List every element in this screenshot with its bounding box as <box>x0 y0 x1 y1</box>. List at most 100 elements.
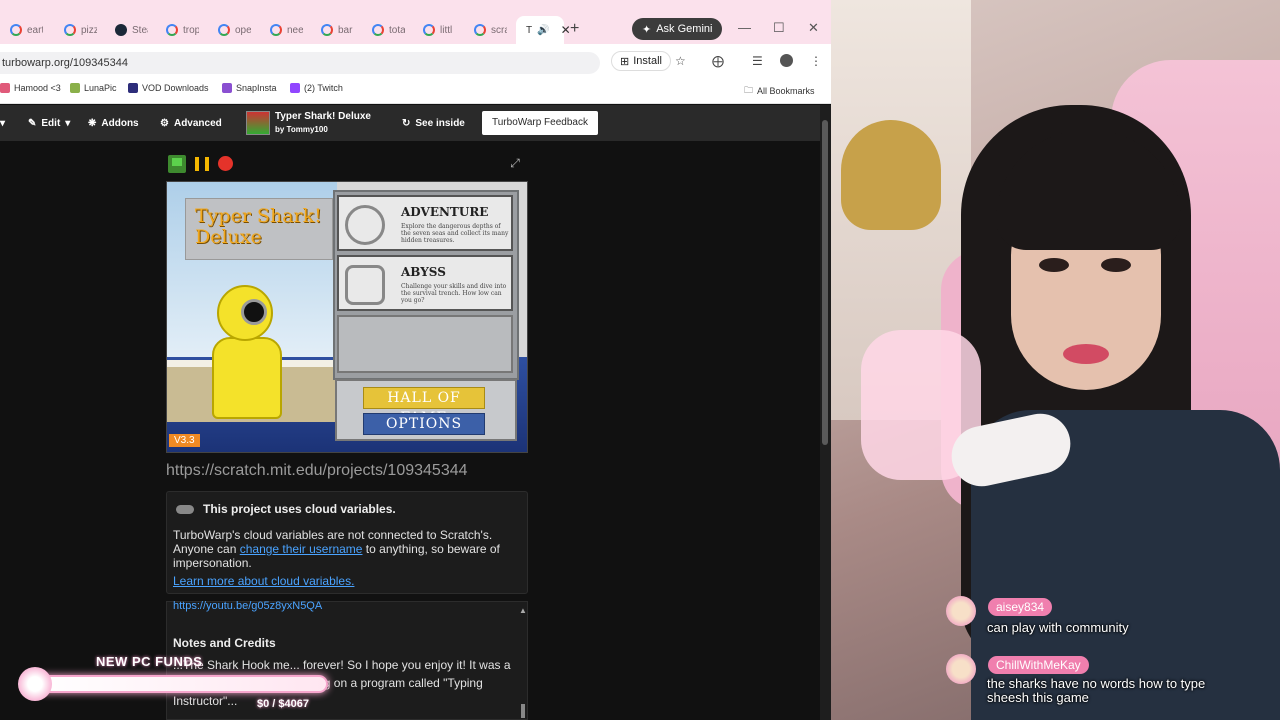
tab-label: trop <box>183 24 199 36</box>
browser-tab-active[interactable]: T 🔊 ✕ <box>516 16 571 44</box>
adventure-title: ADVENTURE <box>401 205 489 219</box>
google-icon <box>10 24 22 36</box>
project-url-link[interactable]: https://scratch.mit.edu/projects/1093453… <box>166 462 468 480</box>
menu-chevron-icon[interactable]: ▾ <box>0 105 5 141</box>
project-stage[interactable]: Typer Shark! Deluxe ADVENTURE Explore th… <box>166 181 528 453</box>
browser-tab[interactable]: pizz <box>54 16 104 44</box>
browser-tab[interactable]: tota <box>362 16 412 44</box>
ask-gemini-label: Ask Gemini <box>656 23 713 35</box>
all-bookmarks-label: All Bookmarks <box>757 86 815 96</box>
tab-label: nee <box>287 24 303 36</box>
cloud-icon <box>176 505 194 514</box>
turbowarp-menu-bar: ▾ ✎ Edit ▾ ❋ Addons ⚙ Advanced Typer Sha… <box>0 105 831 141</box>
bookmark-favicon <box>128 83 138 93</box>
ask-gemini-button[interactable]: ✦ Ask Gemini <box>632 18 723 40</box>
see-inside-button[interactable]: ↻ See inside <box>402 105 465 141</box>
menu-dots-icon[interactable]: ⋮ <box>810 54 822 68</box>
chat-text: can play with community <box>987 620 1129 635</box>
streamer-eye <box>1039 258 1069 272</box>
abyss-mode-button[interactable]: ABYSS Challenge your skills and dive int… <box>337 255 513 311</box>
install-button[interactable]: ⊞ Install <box>611 51 671 71</box>
media-control-icon[interactable]: ☰ <box>752 54 763 68</box>
bookmark-item[interactable]: LunaPic <box>70 83 117 93</box>
maximize-icon[interactable]: ☐ <box>773 20 785 36</box>
stop-icon[interactable] <box>218 156 233 171</box>
refresh-arrows-icon: ↻ <box>402 117 411 129</box>
twitch-icon <box>290 83 300 93</box>
pause-icon[interactable] <box>195 157 209 171</box>
turbowarp-feedback-button[interactable]: TurboWarp Feedback <box>482 111 598 135</box>
change-username-link[interactable]: change their username <box>240 542 363 556</box>
bookmark-item[interactable]: Hamood <3 <box>0 83 61 93</box>
green-flag-icon[interactable] <box>168 155 186 173</box>
project-author[interactable]: by Tommy100 <box>275 123 371 136</box>
fullscreen-icon[interactable]: ⤢ <box>508 156 522 170</box>
addons-label: Addons <box>101 117 139 129</box>
tab-label: littl <box>440 24 453 36</box>
notes-scrollbar[interactable]: ▲ <box>519 604 527 719</box>
scroll-up-icon[interactable]: ▲ <box>519 606 527 615</box>
project-thumbnail <box>246 111 270 135</box>
bookmark-star-icon[interactable]: ☆ <box>675 54 686 68</box>
browser-tab[interactable]: Stea <box>105 16 155 44</box>
page-scrollbar-thumb[interactable] <box>822 120 828 445</box>
chat-avatar <box>946 596 976 626</box>
tab-label: Stea <box>132 24 148 36</box>
abyss-description: Challenge your skills and dive into the … <box>401 283 507 304</box>
notes-link[interactable]: https://youtu.be/g05z8yxN5QA <box>173 600 322 612</box>
bookmark-item[interactable]: (2) Twitch <box>290 83 343 93</box>
google-icon <box>270 24 282 36</box>
new-tab-button[interactable]: + <box>570 20 579 38</box>
browser-tab[interactable]: bar <box>311 16 361 44</box>
game-title: Typer Shark! Deluxe <box>195 205 322 248</box>
empty-mode-slot <box>337 315 513 373</box>
gear-icon: ⚙ <box>160 117 169 129</box>
browser-tab[interactable]: scra <box>464 16 514 44</box>
hall-of-fame-button[interactable]: HALL OF FAME <box>363 387 485 426</box>
project-title: Typer Shark! Deluxe <box>275 111 371 122</box>
minimize-icon[interactable]: — <box>738 20 751 35</box>
tab-label: ope <box>235 24 251 36</box>
all-bookmarks-button[interactable]: 🗀 All Bookmarks <box>744 83 815 99</box>
funds-progress-bar <box>36 675 328 693</box>
tab-label: pizz <box>81 24 97 36</box>
addons-button[interactable]: ❋ Addons <box>88 105 139 141</box>
browser-tab[interactable]: ope <box>208 16 258 44</box>
browser-tab[interactable]: trop <box>156 16 206 44</box>
streamer-lips <box>1063 344 1109 364</box>
google-icon <box>474 24 486 36</box>
sparkle-icon: ✦ <box>642 23 652 36</box>
url-field[interactable]: turbowarp.org/109345344 <box>0 52 600 74</box>
browser-tab[interactable]: nee <box>260 16 310 44</box>
bookmark-label: VOD Downloads <box>142 83 209 93</box>
extensions-icon[interactable]: ⨁ <box>712 54 724 68</box>
google-icon <box>372 24 384 36</box>
chat-avatar <box>946 654 976 684</box>
browser-window: eart pizz Stea trop ope nee <box>0 0 831 720</box>
bookmark-favicon <box>222 83 232 93</box>
chat-username: aisey834 <box>988 598 1053 616</box>
edit-menu[interactable]: ✎ Edit ▾ <box>28 105 70 141</box>
learn-cloud-variables-link[interactable]: Learn more about cloud variables. <box>173 574 354 588</box>
bookmark-item[interactable]: SnapInsta <box>222 83 277 93</box>
browser-tab[interactable]: eart <box>0 16 52 44</box>
options-button[interactable]: OPTIONS <box>363 413 485 435</box>
google-icon <box>423 24 435 36</box>
close-window-icon[interactable]: ✕ <box>808 20 819 36</box>
google-icon <box>64 24 76 36</box>
bookmark-item[interactable]: VOD Downloads <box>128 83 209 93</box>
flower-icon <box>18 667 52 701</box>
browser-tab[interactable]: littl <box>413 16 463 44</box>
bookmark-favicon <box>70 83 80 93</box>
install-icon: ⊞ <box>620 55 630 68</box>
profile-avatar[interactable] <box>780 54 793 67</box>
advanced-button[interactable]: ⚙ Advanced <box>160 105 222 141</box>
chevron-down-icon: ▾ <box>65 117 71 129</box>
speaker-icon[interactable]: 🔊 <box>537 25 549 36</box>
advanced-label: Advanced <box>173 117 222 129</box>
tab-label: bar <box>338 24 353 36</box>
notes-scrollbar-thumb[interactable] <box>521 704 525 718</box>
tab-label: T <box>526 24 533 36</box>
tab-strip: eart pizz Stea trop ope nee <box>0 0 831 44</box>
adventure-mode-button[interactable]: ADVENTURE Explore the dangerous depths o… <box>337 195 513 251</box>
